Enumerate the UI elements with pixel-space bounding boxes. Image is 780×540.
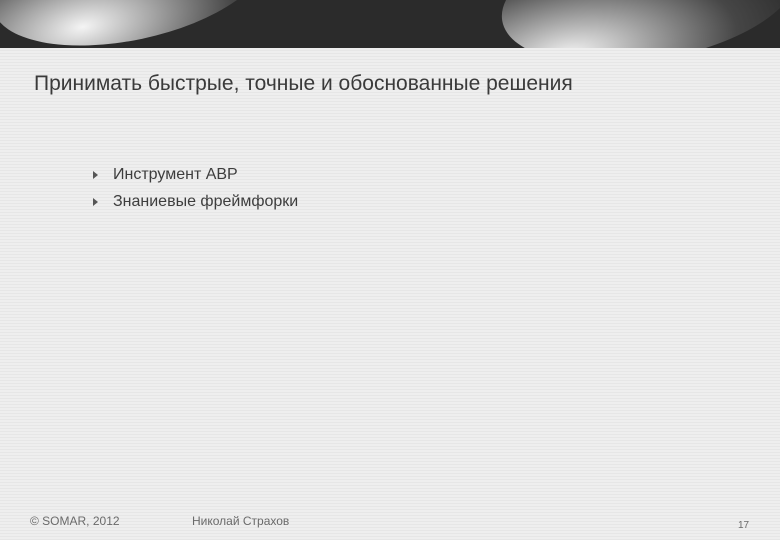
light-glow-left [0, 0, 280, 48]
list-item: Знаниевые фреймфорки [93, 188, 298, 215]
list-item-label: Знаниевые фреймфорки [113, 192, 299, 210]
slide-title: Принимать быстрые, точные и обоснованные… [34, 72, 573, 95]
list-item: Инструмент ABP [93, 161, 298, 188]
header-band [0, 0, 780, 48]
triangle-bullet-icon [93, 197, 98, 206]
light-glow-right [490, 0, 780, 48]
footer-copyright: © SOMAR, 2012 [30, 514, 120, 528]
page-number: 17 [738, 520, 750, 531]
footer-author: Николай Страхов [192, 514, 290, 528]
bullet-list: Инструмент ABP Знаниевые фреймфорки [93, 161, 298, 215]
list-item-label: Инструмент ABP [113, 165, 238, 183]
triangle-bullet-icon [93, 170, 98, 179]
